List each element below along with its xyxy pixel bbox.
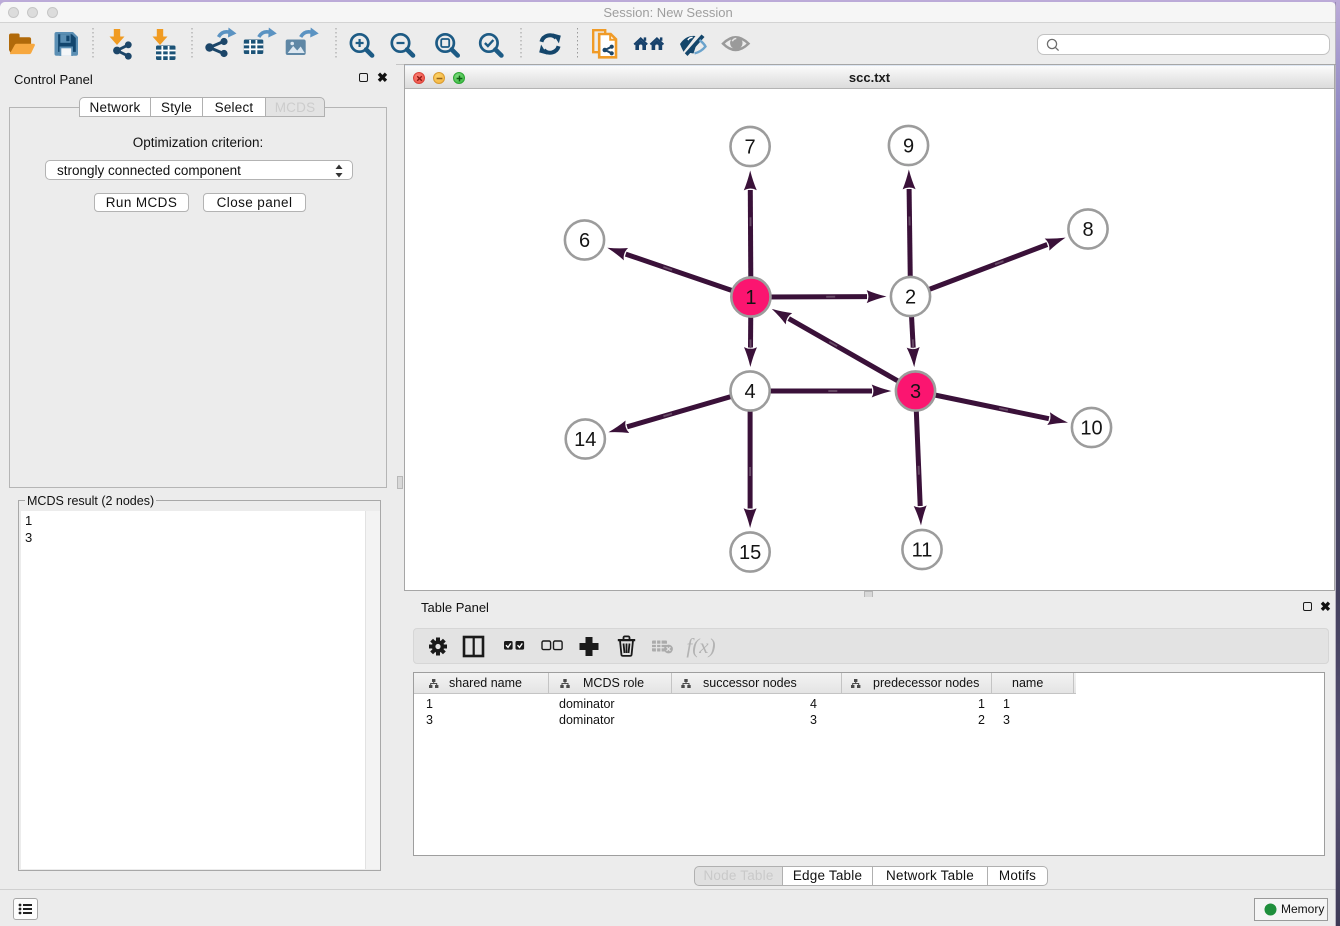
- svg-text:9: 9: [903, 135, 914, 157]
- svg-text:7: 7: [745, 136, 756, 158]
- svg-text:15: 15: [739, 542, 761, 564]
- svg-text:f(x): f(x): [686, 634, 715, 658]
- svg-text:6: 6: [579, 230, 590, 252]
- svg-text:3: 3: [910, 381, 921, 403]
- svg-text:8: 8: [1082, 219, 1093, 241]
- svg-text:11: 11: [912, 539, 933, 561]
- svg-text:1: 1: [745, 287, 756, 309]
- svg-text:4: 4: [745, 381, 756, 403]
- svg-text:10: 10: [1080, 417, 1102, 439]
- svg-text:14: 14: [574, 429, 596, 451]
- svg-text:2: 2: [905, 286, 916, 308]
